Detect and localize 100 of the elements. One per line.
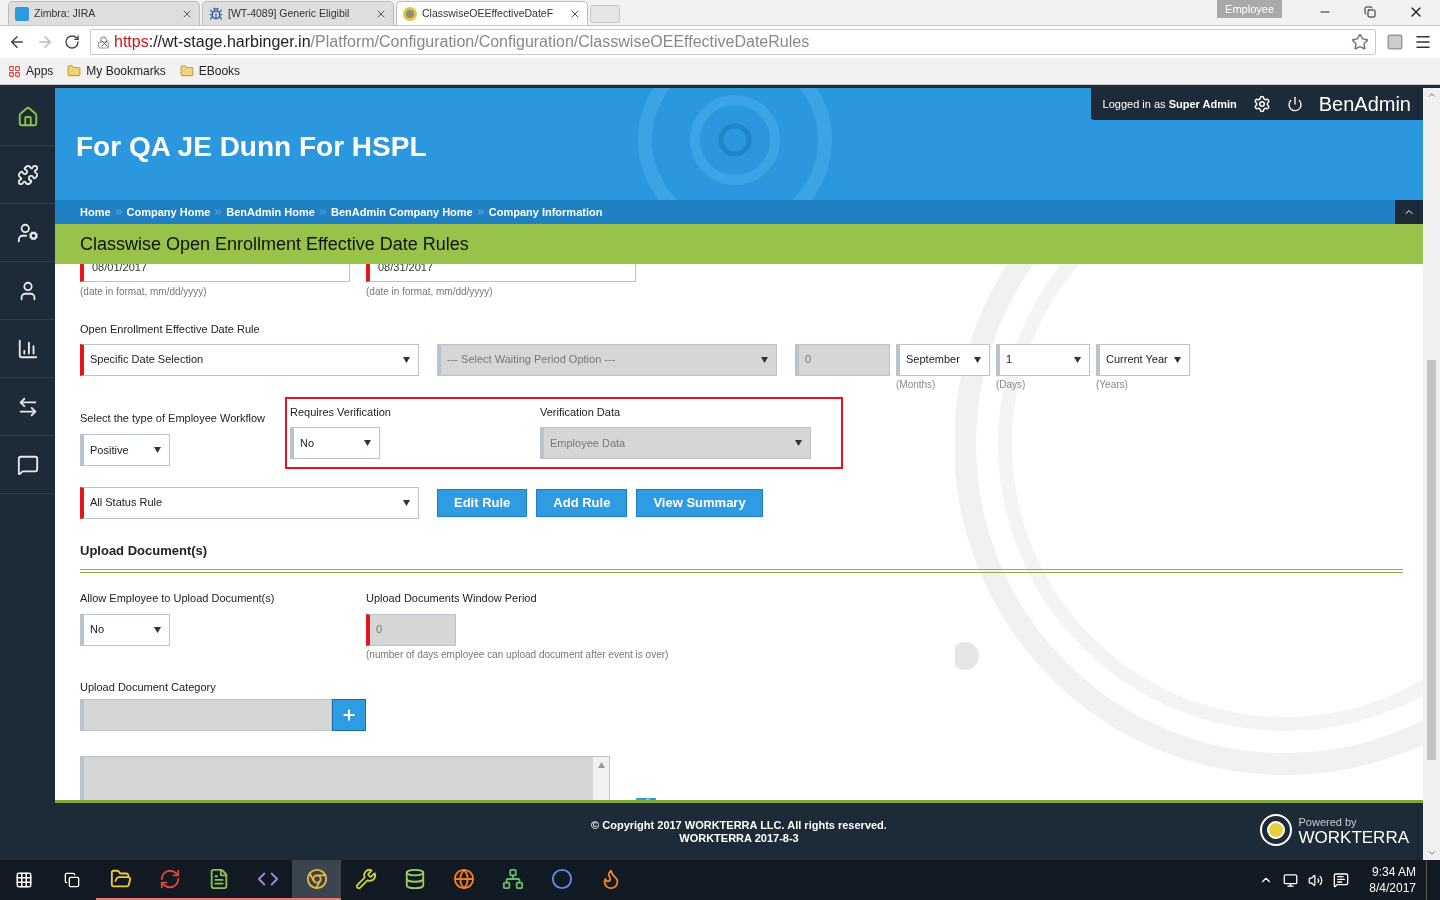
caret-icon [403, 356, 410, 363]
bug-icon [209, 6, 223, 21]
caret-icon [1074, 356, 1081, 363]
browser-tab[interactable]: Zimbra: JIRA [8, 1, 200, 25]
caret-icon [403, 499, 410, 506]
notifications-icon[interactable] [1333, 872, 1350, 888]
scroll-down-icon[interactable] [1426, 848, 1437, 858]
field-label: Upload Documents Window Period [366, 591, 538, 606]
url-path: /Platform/Configuration/Configuration/ClasswiseOEEffectiveDateRules [310, 32, 810, 52]
settings-icon[interactable] [1252, 95, 1271, 113]
date-hint: (date in format, mm/dd/yyyy) [80, 285, 208, 299]
dropdown[interactable]: No [290, 427, 380, 459]
section-title: Upload Document(s) [80, 541, 209, 560]
caret-icon [154, 626, 161, 633]
reload-icon[interactable] [64, 34, 80, 50]
field-label: Requires Verification [290, 404, 392, 420]
bar-chart-icon [16, 337, 39, 360]
caret-icon [154, 447, 161, 453]
wrench-icon [354, 868, 377, 890]
caret-icon [1174, 356, 1181, 363]
caret-icon [761, 356, 768, 363]
bookmark[interactable]: EBooks [179, 62, 241, 80]
menu-icon[interactable] [1414, 33, 1432, 51]
network-icon[interactable] [1283, 872, 1299, 888]
restore-icon[interactable] [1364, 6, 1376, 18]
folder-icon [109, 868, 132, 890]
clock-date: 8/4/2017 [1369, 880, 1416, 896]
tab-title: Zimbra: JIRA [34, 5, 96, 21]
field-hint: (number of days employee can upload document after event is over) [366, 647, 669, 662]
powered-by-text: Powered by [1298, 815, 1358, 830]
workterra-logo-icon [1258, 813, 1293, 847]
dropdown[interactable]: September [896, 343, 990, 376]
field-label: Allow Employee to Upload Document(s) [80, 591, 276, 606]
tab-title: ClasswiseOEEffectiveDateF [422, 5, 554, 21]
breadcrumb-link[interactable]: Home [80, 203, 111, 221]
breadcrumb-link[interactable]: Company Home [126, 203, 211, 221]
user-gear-icon [16, 221, 39, 244]
browser-tab[interactable]: [WT-4089] Generic Eligibil [202, 1, 394, 25]
url-scheme: https [114, 32, 149, 52]
chat-icon [16, 453, 39, 476]
dropdown[interactable]: No [80, 613, 170, 646]
url-host: ://wt-stage.harbinger.in [148, 32, 311, 52]
add-category-button[interactable] [332, 699, 366, 731]
windows-icon [15, 871, 33, 889]
scroll-up-icon[interactable] [1426, 90, 1437, 100]
copyright-text: © Copyright 2017 WORKTERRA LLC. All rights reserved. [591, 818, 887, 832]
page-scrollbar[interactable] [1423, 88, 1440, 860]
company-title: For QA JE Dunn For HSPL [76, 130, 427, 164]
page-title: Classwise Open Enrollment Effective Date Rules [80, 232, 469, 256]
database-icon [403, 868, 426, 890]
ring-logo-icon [403, 6, 417, 21]
date-field[interactable]: 08/31/2017 [366, 264, 636, 282]
insecure-lock-icon [97, 35, 110, 49]
chevrons-icon [317, 207, 328, 217]
chrome-icon [305, 868, 328, 890]
address-field[interactable]: https://wt-stage.harbinger.in/Platform/Configuration/Configuration/ClasswiseOEEffectiveDateRules [90, 29, 1376, 55]
app-name: BenAdmin [1318, 92, 1411, 117]
dropdown[interactable]: Positive [80, 434, 170, 466]
version-text: WORKTERRA 2017-8-3 [679, 831, 799, 845]
field-label: Open Enrollment Effective Date Rule [80, 322, 261, 337]
apps-grid-icon [8, 64, 21, 78]
sync-icon [158, 868, 181, 890]
caret-icon [597, 762, 605, 768]
dropdown[interactable]: All Status Rule [80, 486, 419, 519]
dropdown[interactable]: Current Year [1096, 343, 1190, 376]
home-icon [16, 105, 39, 128]
caret-icon [364, 440, 371, 446]
clock-time: 9:34 AM [1371, 864, 1416, 880]
breadcrumb-link[interactable]: Company Information [488, 203, 603, 221]
dropdown[interactable]: Specific Date Selection [80, 343, 419, 376]
taskbar-app[interactable] [292, 860, 341, 900]
unit-hint: (Days) [996, 377, 1027, 392]
extension-icon[interactable] [1386, 33, 1404, 51]
field-label: Select the type of Employee Workflow [80, 410, 267, 426]
chevrons-icon [213, 207, 224, 217]
caret-icon [974, 356, 981, 363]
bookmark-star-icon[interactable] [1351, 33, 1369, 51]
puzzle-icon [16, 163, 39, 186]
date-field[interactable]: 08/01/2017 [80, 264, 350, 282]
task-view-icon [64, 872, 80, 888]
browser-tab[interactable]: ClasswiseOEEffectiveDateF [396, 1, 588, 25]
back-icon[interactable] [8, 33, 26, 51]
brand-name: WORKTERRA [1298, 830, 1409, 845]
folder-icon [179, 64, 194, 78]
field-label: Verification Data [540, 404, 622, 420]
tab-title: [WT-4089] Generic Eligibil [228, 5, 350, 21]
volume-icon[interactable] [1308, 872, 1324, 888]
power-icon[interactable] [1286, 96, 1303, 112]
unit-hint: (Months) [896, 377, 937, 392]
bookmark[interactable]: Apps [8, 62, 54, 80]
date-hint: (date in format, mm/dd/yyyy) [366, 285, 494, 299]
breadcrumb-link[interactable]: BenAdmin Home [226, 203, 315, 221]
plus-icon [341, 707, 357, 723]
unit-hint: (Years) [1096, 377, 1129, 392]
scroll-thumb[interactable] [1427, 360, 1436, 760]
bookmark[interactable]: My Bookmarks [67, 62, 166, 80]
breadcrumb-link[interactable]: BenAdmin Company Home [330, 203, 473, 221]
dropdown[interactable]: 1 [996, 343, 1090, 376]
folder-icon [67, 64, 82, 78]
globe-icon [452, 868, 475, 890]
